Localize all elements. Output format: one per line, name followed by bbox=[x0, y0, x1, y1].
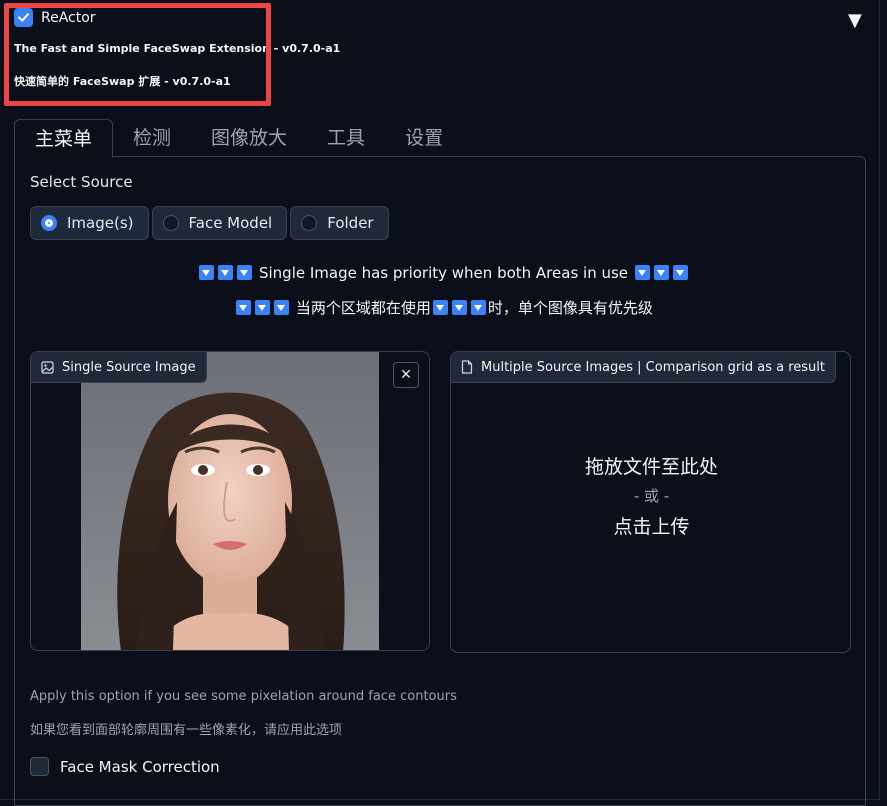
down-arrow-icon bbox=[199, 265, 215, 280]
tab-tools[interactable]: 工具 bbox=[307, 119, 385, 157]
down-arrow-icon bbox=[653, 265, 669, 280]
source-radio-group: Image(s) Face Model Folder bbox=[30, 206, 389, 240]
select-source-label: Select Source bbox=[30, 173, 133, 191]
file-icon bbox=[461, 360, 473, 374]
radio-dot[interactable] bbox=[162, 215, 179, 231]
highlight-box bbox=[4, 3, 271, 106]
down-arrow-icon bbox=[274, 300, 290, 315]
priority-note-en: Single Image has priority when both Area… bbox=[0, 264, 887, 282]
close-icon: ✕ bbox=[400, 367, 412, 383]
down-arrow-icon bbox=[236, 300, 252, 315]
radio-folder-label: Folder bbox=[327, 214, 374, 232]
radio-face-model[interactable]: Face Model bbox=[151, 206, 288, 240]
multiple-source-label-text: Multiple Source Images | Comparison grid… bbox=[481, 359, 825, 375]
down-arrow-icon bbox=[672, 265, 688, 280]
collapse-icon[interactable]: ▼ bbox=[848, 10, 862, 31]
radio-folder[interactable]: Folder bbox=[290, 206, 389, 240]
radio-face-model-label: Face Model bbox=[188, 214, 273, 232]
radio-dot[interactable] bbox=[301, 215, 318, 231]
radio-images[interactable]: Image(s) bbox=[30, 206, 149, 240]
down-arrow-icon bbox=[255, 300, 271, 315]
tab-detection[interactable]: 检测 bbox=[113, 119, 191, 157]
down-arrow-icon bbox=[470, 300, 486, 315]
priority-text-cn-b: 时，单个图像具有优先级 bbox=[487, 299, 653, 317]
tab-main-menu[interactable]: 主菜单 bbox=[14, 119, 114, 158]
single-source-label: Single Source Image bbox=[31, 352, 207, 383]
portrait-image bbox=[81, 352, 379, 650]
single-source-image-box[interactable]: Single Source Image ✕ bbox=[30, 351, 430, 651]
radio-images-label: Image(s) bbox=[67, 214, 134, 232]
down-arrow-icon bbox=[634, 265, 650, 280]
face-mask-checkbox[interactable] bbox=[30, 757, 49, 776]
image-icon bbox=[41, 360, 54, 374]
face-mask-row[interactable]: Face Mask Correction bbox=[30, 757, 220, 776]
tab-upscale[interactable]: 图像放大 bbox=[191, 119, 307, 157]
priority-note-cn: 当两个区域都在使用 时，单个图像具有优先级 bbox=[0, 297, 887, 318]
radio-dot-selected[interactable] bbox=[41, 215, 57, 231]
face-mask-label: Face Mask Correction bbox=[60, 757, 220, 776]
pixelation-note-cn: 如果您看到面部轮廓周围有一些像素化，请应用此选项 bbox=[30, 723, 343, 738]
tab-bar: 主菜单 检测 图像放大 工具 设置 bbox=[14, 119, 463, 158]
priority-text-cn-a: 当两个区域都在使用 bbox=[295, 299, 431, 317]
multiple-source-label: Multiple Source Images | Comparison grid… bbox=[451, 352, 836, 383]
tab-settings[interactable]: 设置 bbox=[385, 119, 463, 157]
down-arrow-icon bbox=[451, 300, 467, 315]
close-image-button[interactable]: ✕ bbox=[393, 362, 419, 388]
multiple-source-images-box[interactable]: Multiple Source Images | Comparison grid… bbox=[450, 351, 851, 653]
priority-text-en: Single Image has priority when both Area… bbox=[258, 264, 629, 282]
down-arrow-icon bbox=[218, 265, 234, 280]
pixelation-note-en: Apply this option if you see some pixela… bbox=[30, 689, 457, 704]
or-text: - 或 - bbox=[633, 487, 670, 505]
single-source-label-text: Single Source Image bbox=[62, 359, 196, 375]
down-arrow-icon bbox=[432, 300, 448, 315]
down-arrow-icon bbox=[237, 265, 253, 280]
click-upload-text[interactable]: 点击上传 bbox=[451, 512, 850, 539]
upload-dropzone[interactable]: 拖放文件至此处 - 或 - 点击上传 bbox=[451, 452, 850, 539]
drop-text: 拖放文件至此处 bbox=[584, 456, 718, 478]
